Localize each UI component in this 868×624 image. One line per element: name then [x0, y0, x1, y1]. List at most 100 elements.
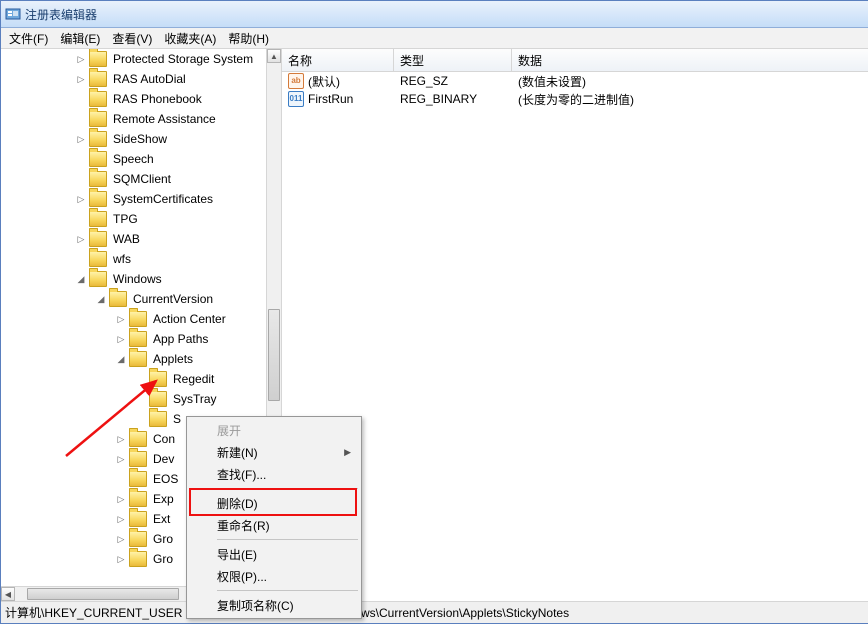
expand-icon[interactable]: ▷	[115, 493, 127, 505]
scroll-left-button[interactable]: ◀	[1, 587, 15, 601]
content: ▷Protected Storage System▷RAS AutoDial▷R…	[1, 49, 868, 601]
tree-node-label: App Paths	[151, 332, 210, 346]
col-data[interactable]: 数据	[512, 49, 868, 71]
menu-item-label: 导出(E)	[217, 546, 257, 563]
folder-icon	[89, 131, 107, 147]
tree-node-label: Applets	[151, 352, 195, 366]
tree-node-protected-storage-system[interactable]: ▷Protected Storage System	[1, 49, 267, 69]
tree-node-sqmclient[interactable]: ▷SQMClient	[1, 169, 267, 189]
menu-item-重命名R[interactable]: 重命名(R)	[189, 514, 359, 536]
list-pane: 名称 类型 数据 ab(默认)REG_SZ(数值未设置)011 FirstRun R…	[282, 49, 868, 601]
expand-icon[interactable]: ▷	[115, 453, 127, 465]
menu-item-label: 查找(F)...	[217, 466, 266, 483]
tree-node-wfs[interactable]: ▷wfs	[1, 249, 267, 269]
tree-node-label: Action Center	[151, 312, 228, 326]
tree-hscroll-thumb[interactable]	[27, 588, 179, 600]
expand-icon[interactable]: ▷	[75, 133, 87, 145]
menu-fav[interactable]: 收藏夹(A)	[158, 29, 222, 48]
tree-node-label: Gro	[151, 532, 175, 546]
value-type: REG_BINARY	[394, 92, 512, 106]
menu-file[interactable]: 文件(F)	[3, 29, 54, 48]
tree-node-regedit[interactable]: ▷Regedit	[1, 369, 267, 389]
tree-node-action-center[interactable]: ▷ Action Center	[1, 309, 267, 329]
folder-icon	[149, 411, 167, 427]
expand-icon[interactable]: ▷	[115, 333, 127, 345]
menu-item-删除D[interactable]: 删除(D)	[189, 492, 359, 514]
tree-node-speech[interactable]: ▷Speech	[1, 149, 267, 169]
expand-icon[interactable]: ▷	[115, 533, 127, 545]
menu-edit[interactable]: 编辑(E)	[54, 29, 106, 48]
folder-icon	[109, 291, 127, 307]
col-type[interactable]: 类型	[394, 49, 512, 71]
menu-help[interactable]: 帮助(H)	[222, 29, 275, 48]
folder-icon	[129, 331, 147, 347]
tree-node-label: RAS AutoDial	[111, 72, 188, 86]
expand-icon[interactable]: ▷	[75, 233, 87, 245]
expand-icon[interactable]: ▷	[115, 433, 127, 445]
expand-icon[interactable]: ▷	[75, 73, 87, 85]
titlebar[interactable]: 注册表编辑器	[1, 1, 868, 28]
tree-node-label: RAS Phonebook	[111, 92, 204, 106]
expand-icon[interactable]: ▷	[115, 553, 127, 565]
tree-vscroll-thumb[interactable]	[268, 309, 280, 401]
tree-node-systray[interactable]: ▷SysTray	[1, 389, 267, 409]
folder-icon	[89, 71, 107, 87]
value-type: REG_SZ	[394, 74, 512, 88]
menu-item-查找F[interactable]: 查找(F)...	[189, 463, 359, 485]
scroll-up-button[interactable]: ▲	[267, 49, 281, 63]
string-value-icon: ab	[288, 73, 304, 89]
tree-node-applets[interactable]: ◢ Applets	[1, 349, 267, 369]
expand-icon[interactable]: ▷	[75, 53, 87, 65]
tree-node-ras-autodial[interactable]: ▷ RAS AutoDial	[1, 69, 267, 89]
tree-node-label: Speech	[111, 152, 156, 166]
expand-icon[interactable]: ▷	[75, 193, 87, 205]
list-header[interactable]: 名称 类型 数据	[282, 49, 868, 72]
value-name: FirstRun	[308, 92, 353, 106]
value-data: (数值未设置)	[512, 73, 868, 90]
tree-node-label: Ext	[151, 512, 172, 526]
folder-icon	[129, 311, 147, 327]
tree-node-label: Regedit	[171, 372, 216, 386]
tree-node-windows[interactable]: ◢ Windows	[1, 269, 267, 289]
tree-node-wab[interactable]: ▷ WAB	[1, 229, 267, 249]
menu-item-导出E[interactable]: 导出(E)	[189, 543, 359, 565]
tree-node-label: Windows	[111, 272, 164, 286]
status-path-left: 计算机\HKEY_CURRENT_USER	[5, 604, 182, 621]
col-name[interactable]: 名称	[282, 49, 394, 71]
collapse-icon[interactable]: ◢	[95, 293, 107, 305]
expand-icon[interactable]: ▷	[115, 313, 127, 325]
tree-node-app-paths[interactable]: ▷ App Paths	[1, 329, 267, 349]
tree-node-ras-phonebook[interactable]: ▷RAS Phonebook	[1, 89, 267, 109]
list-body[interactable]: ab(默认)REG_SZ(数值未设置)011 FirstRun REG_BINARY…	[282, 72, 868, 601]
context-menu[interactable]: 展开新建(N)▶查找(F)...删除(D)重命名(R)导出(E)权限(P)...…	[186, 416, 362, 619]
tree-node-label: Con	[151, 432, 177, 446]
tree-node-currentversion[interactable]: ◢CurrentVersion	[1, 289, 267, 309]
binary-value-icon: 011	[288, 91, 304, 107]
tree-node-remote-assistance[interactable]: ▷Remote Assistance	[1, 109, 267, 129]
tree-node-label: EOS	[151, 472, 180, 486]
tree-node-sideshow[interactable]: ▷SideShow	[1, 129, 267, 149]
tree-node-label: Exp	[151, 492, 176, 506]
menu-separator	[217, 539, 358, 540]
folder-icon	[89, 231, 107, 247]
menu-item-label: 删除(D)	[217, 495, 258, 512]
folder-icon	[129, 431, 147, 447]
list-row[interactable]: 011FirstRunREG_BINARY(长度为零的二进制值)	[282, 90, 868, 108]
menu-item-label: 新建(N)	[217, 444, 258, 461]
list-row[interactable]: ab(默认)REG_SZ(数值未设置)	[282, 72, 868, 90]
menu-view[interactable]: 查看(V)	[106, 29, 158, 48]
collapse-icon[interactable]: ◢	[115, 353, 127, 365]
collapse-icon[interactable]: ◢	[75, 273, 87, 285]
menu-item-权限P[interactable]: 权限(P)...	[189, 565, 359, 587]
menu-item-新建N[interactable]: 新建(N)▶	[189, 441, 359, 463]
menu-separator	[217, 590, 358, 591]
tree-node-label: WAB	[111, 232, 142, 246]
folder-icon	[149, 371, 167, 387]
status-path-right: ws\CurrentVersion\Applets\StickyNotes	[361, 606, 569, 620]
expand-icon[interactable]: ▷	[115, 513, 127, 525]
tree-node-systemcertificates[interactable]: ▷SystemCertificates	[1, 189, 267, 209]
folder-icon	[129, 471, 147, 487]
tree-node-tpg[interactable]: ▷TPG	[1, 209, 267, 229]
menu-item-复制项名称C[interactable]: 复制项名称(C)	[189, 594, 359, 616]
tree-node-label: Remote Assistance	[111, 112, 218, 126]
